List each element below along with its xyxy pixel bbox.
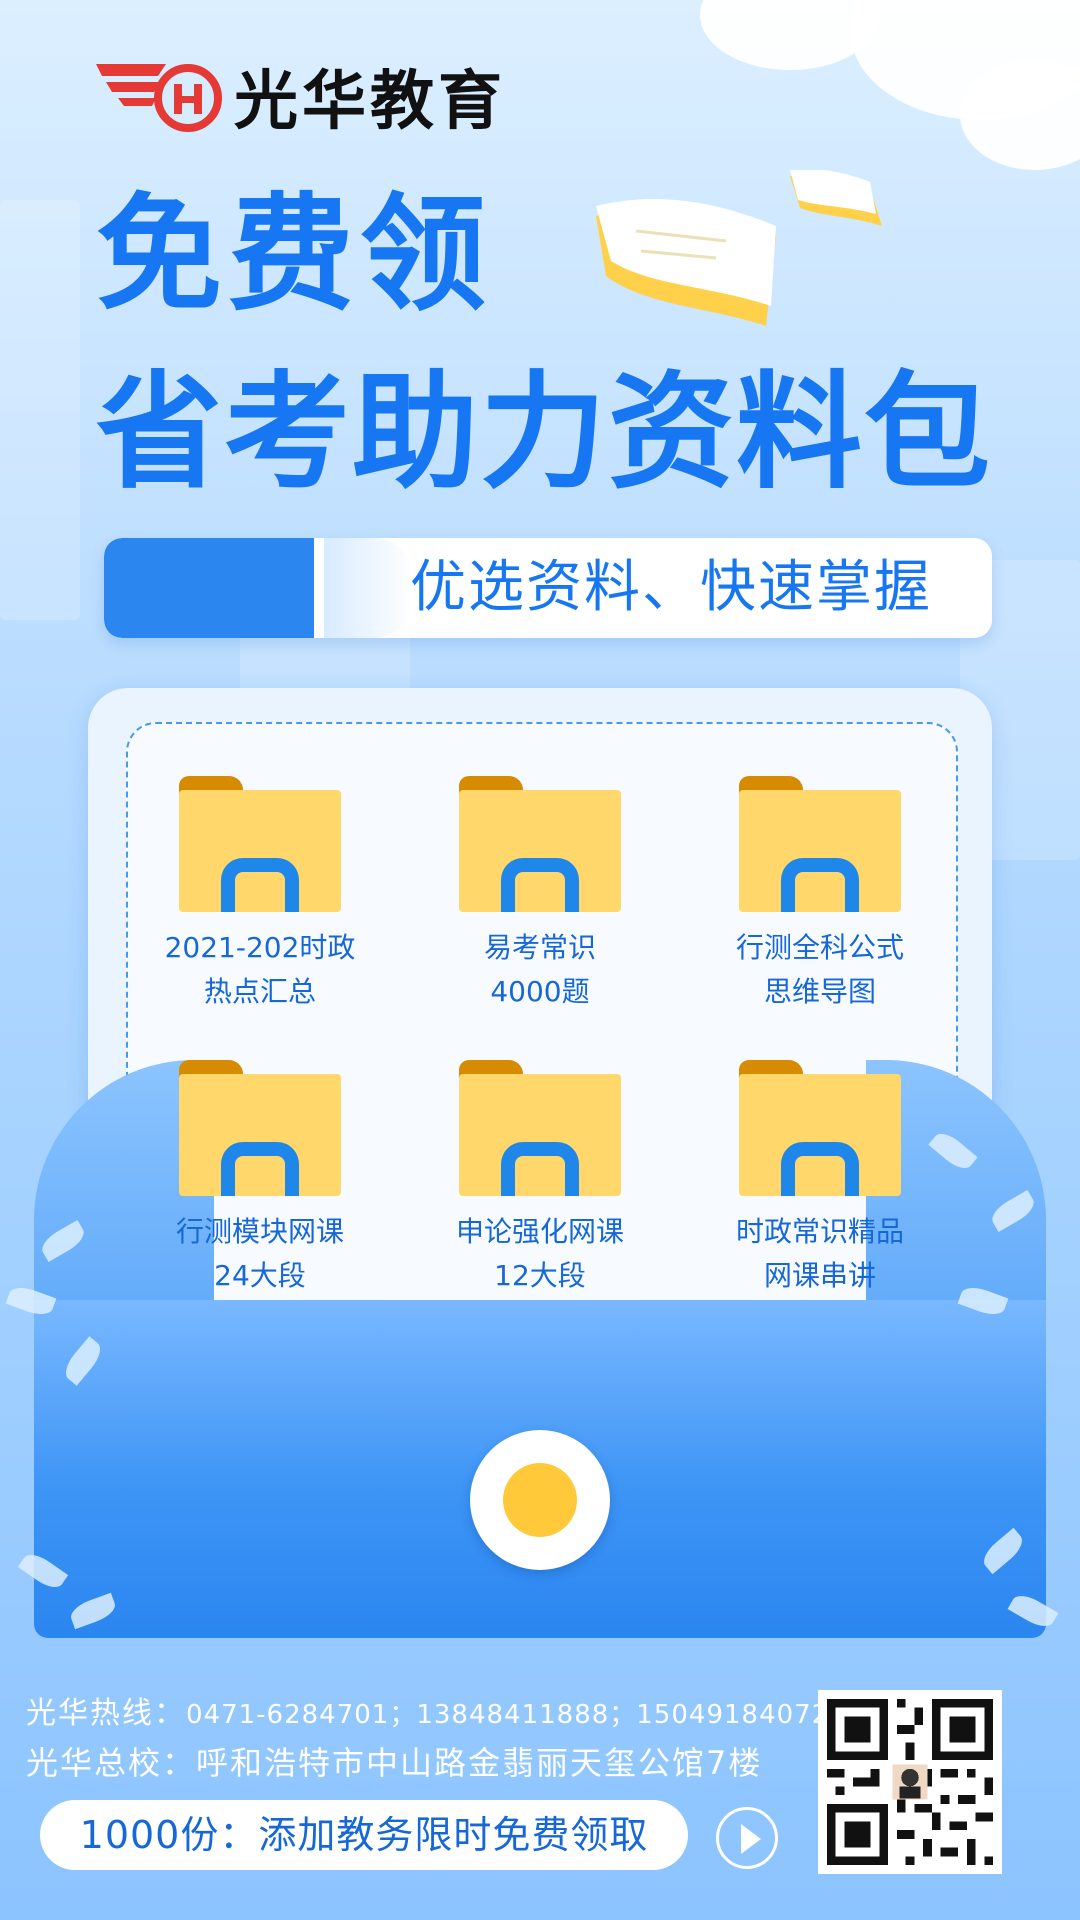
hotline: 光华热线：0471-6284701；13848411888；1504918407… [26,1688,829,1732]
resource-item[interactable]: 行测全科公式 思维导图 [690,776,950,1014]
poster: 光华教育 免费领 省考助力资料包 优选资料、快速掌握 2021-202时政 热点汇… [0,0,1080,1920]
resource-item[interactable]: 2021-202时政 热点汇总 [130,776,390,1014]
tagline-text: 优选资料、快速掌握 [410,555,932,620]
hotline-label: 光华热线： [26,1696,186,1731]
resource-item[interactable]: 申论强化网课 12大段 [410,1060,670,1298]
guanghua-logo-icon [96,56,226,136]
resource-label: 时政常识精品 网课串讲 [735,1215,904,1292]
brand-name: 光华教育 [234,65,506,139]
headline-primary: 免费领 [96,181,492,328]
tagline-tab [104,538,314,638]
resource-label: 行测模块网课 24大段 [175,1215,344,1292]
resource-label: 行测全科公式 思维导图 [735,931,904,1008]
paper-decoration [790,170,882,226]
folder-icon [739,1060,901,1196]
resource-item[interactable]: 易考常识 4000题 [410,776,670,1014]
resource-item[interactable]: 行测模块网课 24大段 [130,1060,390,1298]
cta-label: 1000份：添加教务限时免费领取 [79,1813,649,1857]
background-building [0,200,80,620]
folder-icon [459,1060,621,1196]
resource-label: 易考常识 4000题 [483,931,596,1008]
tagline-banner: 优选资料、快速掌握 [104,538,992,638]
hotline-numbers[interactable]: 0471-6284701；13848411888；15049184072 [186,1700,829,1730]
folder-icon [739,776,901,912]
resource-item[interactable]: 时政常识精品 网课串讲 [690,1060,950,1298]
resource-label: 2021-202时政 热点汇总 [164,931,356,1008]
folder-icon [459,776,621,912]
qr-code-icon [818,1690,1002,1874]
folder-icon [179,1060,341,1196]
address: 光华总校：呼和浩特市中山路金翡丽天玺公馆7楼 [26,1738,762,1784]
envelope-seal-center [503,1463,577,1537]
cta-button[interactable]: 1000份：添加教务限时免费领取 [40,1800,688,1870]
arrow-right-icon[interactable] [716,1807,778,1869]
resource-label: 申论强化网课 12大段 [455,1215,624,1292]
folder-icon [179,776,341,912]
address-value: 呼和浩特市中山路金翡丽天玺公馆7楼 [196,1744,763,1782]
headline-secondary: 省考助力资料包 [96,359,992,506]
brand-logo: 光华教育 [96,56,506,139]
address-label: 光华总校： [26,1744,197,1782]
